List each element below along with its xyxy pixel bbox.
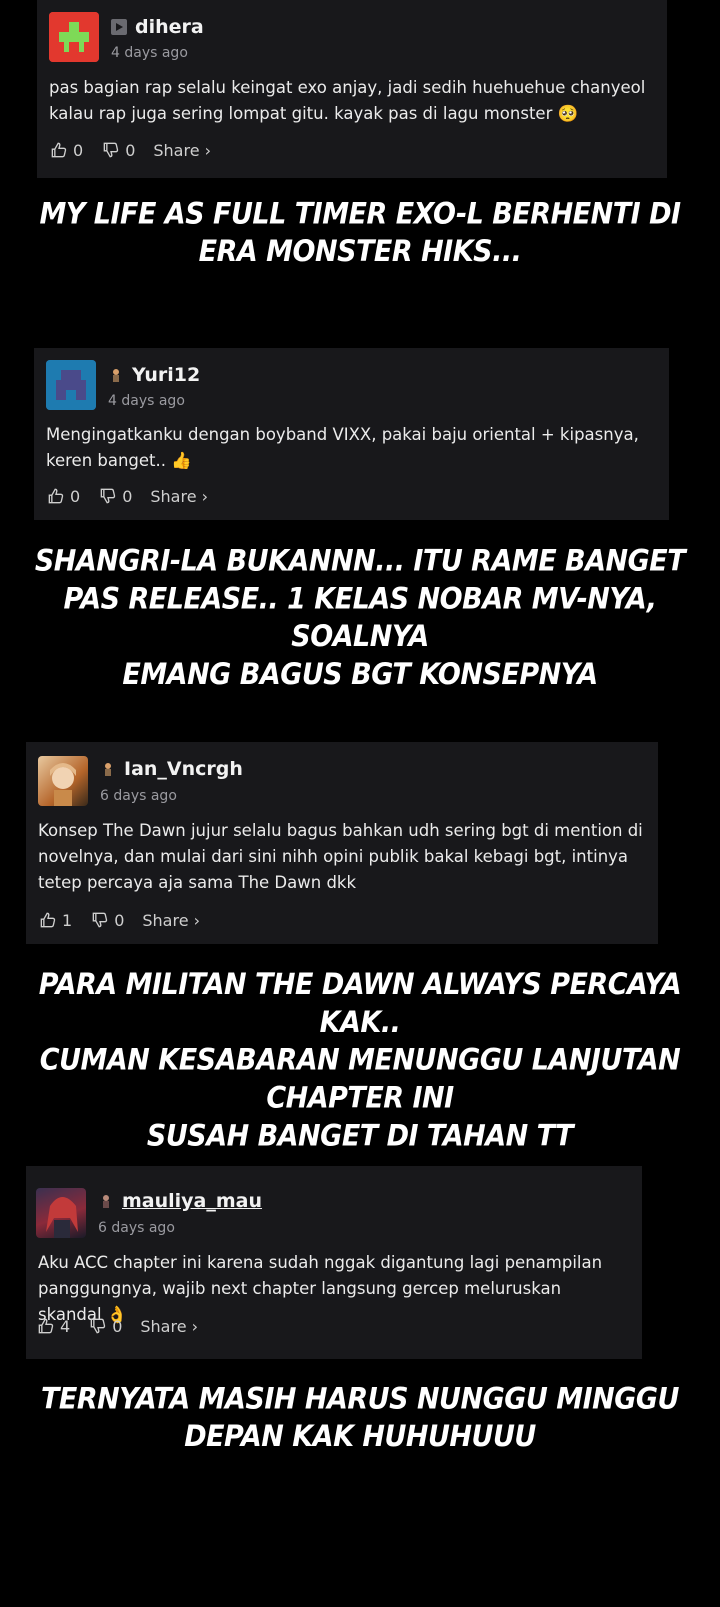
like-count: 4 <box>60 1316 71 1336</box>
thumbs-up-icon <box>51 142 67 158</box>
caption-line: MY LIFE AS FULL TIMER EXO-L BERHENTI DI <box>39 197 681 231</box>
thumbs-down-icon <box>103 142 119 158</box>
character-badge-icon <box>103 1195 109 1208</box>
share-button[interactable]: Share › <box>153 141 211 160</box>
caption: SHANGRI-LA BUKANNN... ITU RAME BANGET PA… <box>0 542 720 693</box>
caption-line: SHANGRI-LA BUKANNN... ITU RAME BANGET <box>34 544 686 579</box>
dislike-count: 0 <box>114 910 125 930</box>
caption-line: SUSAH BANGET DI TAHAN TT <box>146 1119 574 1153</box>
like-count: 0 <box>73 140 84 160</box>
caption: PARA MILITAN THE DAWN ALWAYS PERCAYA KAK… <box>0 966 720 1155</box>
dislike-count: 0 <box>125 140 136 160</box>
caption-line: PAS RELEASE.. 1 KELAS NOBAR MV-NYA, SOAL… <box>63 582 657 654</box>
pixel-avatar-icon <box>49 12 99 62</box>
like-count: 1 <box>62 910 73 930</box>
comment-card: Ian_Vncrgh 6 days ago Konsep The Dawn ju… <box>26 742 658 944</box>
like-count: 0 <box>70 486 81 506</box>
anime-avatar-icon <box>50 763 76 806</box>
character-badge-icon <box>105 763 111 776</box>
share-button[interactable]: Share › <box>140 1317 198 1336</box>
thumbs-down-icon <box>100 488 116 504</box>
username[interactable]: dihera <box>135 16 204 38</box>
caption-line: TERNYATA MASIH HARUS NUNGGU MINGGU <box>41 1382 679 1416</box>
caption-line: DEPAN KAK HUHUHUUU <box>184 1420 536 1454</box>
dislike-button[interactable]: 0 <box>88 1316 122 1336</box>
dislike-button[interactable]: 0 <box>101 140 135 160</box>
avatar[interactable] <box>36 1188 86 1238</box>
share-button[interactable]: Share › <box>150 487 208 506</box>
caption-line: PARA MILITAN THE DAWN ALWAYS PERCAYA KAK… <box>38 968 682 1040</box>
comment-text: pas bagian rap selalu keingat exo anjay,… <box>49 78 646 123</box>
dislike-button[interactable]: 0 <box>98 486 132 506</box>
comment-text: Mengingatkanku dengan boyband VIXX, paka… <box>46 425 639 470</box>
pixel-avatar-icon <box>46 360 96 410</box>
thumbs-up-icon <box>38 1318 54 1334</box>
like-button[interactable]: 1 <box>38 910 72 930</box>
username[interactable]: mauliya_mau <box>122 1190 262 1212</box>
avatar[interactable] <box>38 756 88 806</box>
thumbs-down-icon <box>92 912 108 928</box>
anime-avatar-icon <box>46 1197 78 1238</box>
comment-card: dihera 4 days ago pas bagian rap selalu … <box>37 0 667 178</box>
caption-line: EMANG BAGUS BGT KONSEPNYA <box>122 657 598 692</box>
avatar[interactable] <box>49 12 99 62</box>
thumbs-up-icon <box>40 912 56 928</box>
timestamp: 6 days ago <box>98 1220 175 1236</box>
thumbs-up-icon <box>48 488 64 504</box>
thumbs-down-icon <box>90 1318 106 1334</box>
caption: MY LIFE AS FULL TIMER EXO-L BERHENTI DI … <box>0 195 720 271</box>
comment-text: Konsep The Dawn jujur selalu bagus bahka… <box>38 821 643 892</box>
comment-card: Yuri12 4 days ago Mengingatkanku dengan … <box>34 348 669 520</box>
timestamp: 4 days ago <box>111 45 188 61</box>
avatar[interactable] <box>46 360 96 410</box>
dislike-count: 0 <box>122 486 133 506</box>
username[interactable]: Yuri12 <box>132 364 200 386</box>
play-badge-icon <box>111 19 127 35</box>
like-button[interactable]: 0 <box>49 140 83 160</box>
dislike-button[interactable]: 0 <box>90 910 124 930</box>
like-button[interactable]: 0 <box>46 486 80 506</box>
username[interactable]: Ian_Vncrgh <box>124 758 243 780</box>
share-button[interactable]: Share › <box>142 911 200 930</box>
timestamp: 4 days ago <box>108 393 185 409</box>
caption-line: ERA MONSTER HIKS... <box>198 235 522 269</box>
caption-line: CUMAN KESABARAN MENUNGGU LANJUTAN CHAPTE… <box>39 1043 681 1116</box>
timestamp: 6 days ago <box>100 788 177 804</box>
comment-card: mauliya_mau 6 days ago Aku ACC chapter i… <box>26 1166 642 1359</box>
like-button[interactable]: 4 <box>36 1316 70 1336</box>
dislike-count: 0 <box>112 1316 123 1336</box>
caption: TERNYATA MASIH HARUS NUNGGU MINGGU DEPAN… <box>0 1380 720 1456</box>
character-badge-icon <box>113 369 119 382</box>
